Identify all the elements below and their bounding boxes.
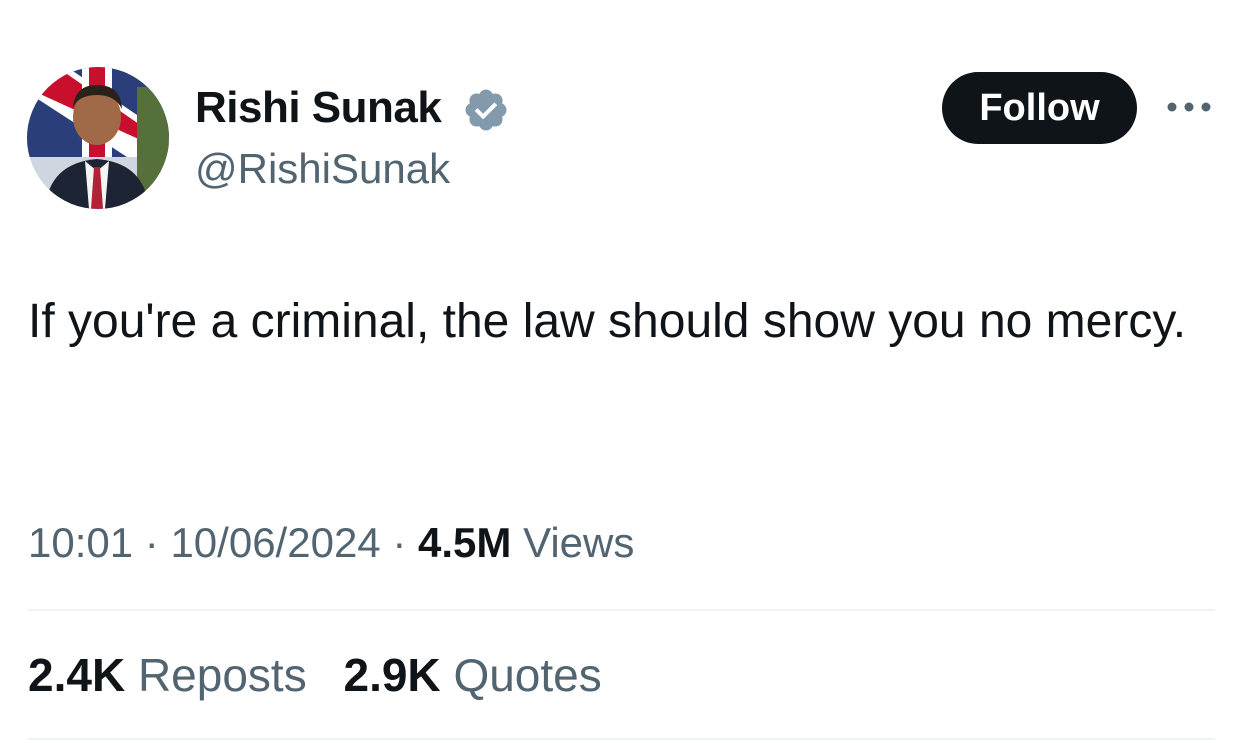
author-display-name[interactable]: Rishi Sunak <box>195 80 442 136</box>
meta-separator: · <box>392 519 407 566</box>
reposts-label: Reposts <box>137 649 307 701</box>
tweet-text: If you're a criminal, the law should sho… <box>28 295 1187 348</box>
views-count: 4.5M <box>418 519 512 566</box>
engagement-stats: 2.4K Reposts 2.9K Quotes <box>28 645 626 705</box>
quotes-stat[interactable]: 2.9K Quotes <box>343 645 601 705</box>
avatar[interactable] <box>27 67 169 209</box>
author-handle[interactable]: @RishiSunak <box>195 142 450 196</box>
verified-badge-icon <box>465 89 507 131</box>
tweet-card: Rishi Sunak @RishiSunak Follow If you're… <box>0 0 1242 743</box>
tweet-time[interactable]: 10:01 <box>28 519 133 566</box>
tweet-meta: 10:01 · 10/06/2024 · 4.5M Views <box>28 515 634 571</box>
views-label: Views <box>523 519 635 566</box>
reposts-stat[interactable]: 2.4K Reposts <box>28 645 307 705</box>
more-horizontal-icon[interactable] <box>1164 92 1214 122</box>
tweet-date[interactable]: 10/06/2024 <box>170 519 380 566</box>
avatar-photo <box>27 67 169 209</box>
follow-button[interactable]: Follow <box>942 72 1137 144</box>
quotes-count: 2.9K <box>343 649 441 701</box>
quotes-label: Quotes <box>453 649 602 701</box>
reposts-count: 2.4K <box>28 649 126 701</box>
meta-separator: · <box>144 519 159 566</box>
divider <box>28 738 1215 740</box>
divider <box>28 609 1215 611</box>
